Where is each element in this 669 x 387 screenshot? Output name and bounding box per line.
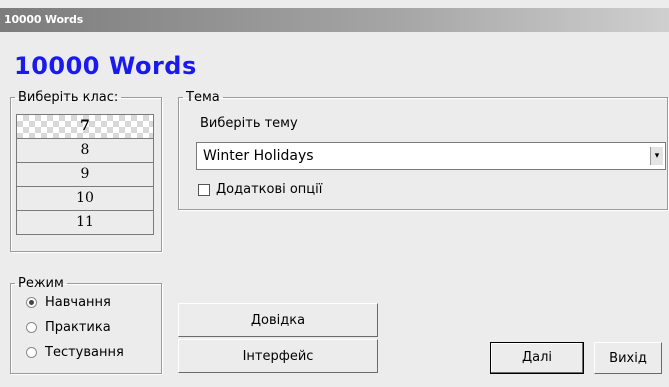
topic-label: Виберіть тему <box>200 116 298 131</box>
class-item-8[interactable]: 8 <box>17 139 153 163</box>
mode-option-learning[interactable]: Навчання <box>26 295 111 310</box>
extra-options-checkbox[interactable]: Додаткові опції <box>198 182 322 197</box>
title-bar[interactable]: 10000 Words <box>0 8 669 32</box>
topic-group-legend: Тема <box>186 90 220 105</box>
class-group-legend: Виберіть клас: <box>18 90 119 105</box>
app-heading: 10000 Words <box>14 52 197 80</box>
radio-practice[interactable] <box>26 322 37 333</box>
mode-option-practice[interactable]: Практика <box>26 320 111 335</box>
extra-options-label: Додаткові опції <box>216 182 323 197</box>
mode-option-label: Навчання <box>45 295 111 310</box>
exit-button[interactable]: Вихід <box>594 342 662 374</box>
app-window: 10000 Words 10000 Words Виберіть клас: 7… <box>0 0 669 387</box>
radio-testing[interactable] <box>26 347 37 358</box>
class-item-9[interactable]: 9 <box>17 163 153 187</box>
checkbox-box[interactable] <box>198 183 210 196</box>
window-title: 10000 Words <box>4 13 84 26</box>
next-button[interactable]: Далі <box>490 342 584 374</box>
class-item-10[interactable]: 10 <box>17 187 153 211</box>
mode-option-label: Тестування <box>45 345 124 360</box>
class-item-7[interactable]: 7 <box>17 115 153 139</box>
help-button[interactable]: Довідка <box>178 303 378 337</box>
mode-option-testing[interactable]: Тестування <box>26 345 124 360</box>
topic-select[interactable]: Winter Holidays ▾ <box>196 142 666 170</box>
mode-option-label: Практика <box>45 320 111 335</box>
class-list[interactable]: 7 8 9 10 11 <box>16 114 154 235</box>
chevron-down-icon[interactable]: ▾ <box>650 147 663 165</box>
class-item-11[interactable]: 11 <box>17 211 153 234</box>
radio-learning[interactable] <box>26 297 37 308</box>
topic-select-value: Winter Holidays <box>203 148 314 164</box>
interface-button[interactable]: Інтерфейс <box>178 339 378 373</box>
mode-group-legend: Режим <box>18 276 64 291</box>
